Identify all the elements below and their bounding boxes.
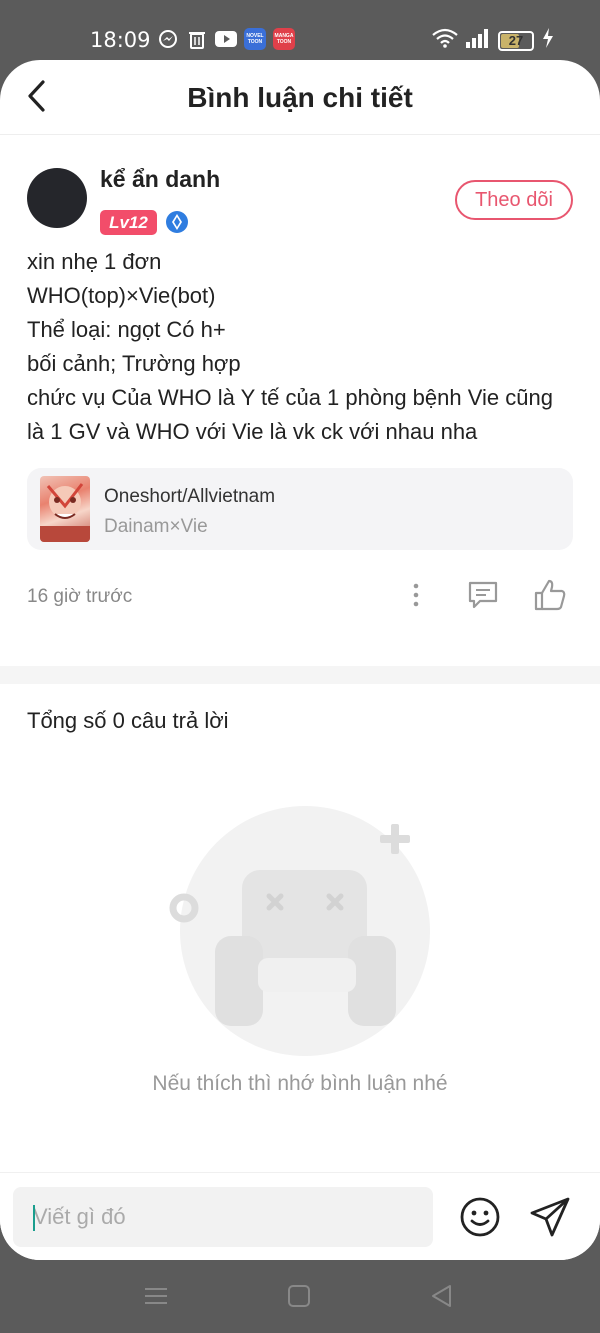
- post-line: Thể loại: ngọt Có h+: [27, 317, 226, 342]
- empty-state-text: Nếu thích thì nhớ bình luận nhé: [152, 1072, 448, 1095]
- battery-icon: 27: [498, 30, 534, 51]
- text-caret: [33, 1205, 35, 1231]
- send-icon: [530, 1197, 570, 1237]
- diamond-icon: [165, 210, 189, 234]
- reply-count: Tổng số 0 câu trả lời: [27, 708, 229, 733]
- follow-button[interactable]: Theo dõi: [455, 180, 573, 220]
- page-title: Bình luận chi tiết: [187, 82, 413, 113]
- battery-level: 27: [508, 33, 524, 48]
- comment-detail-sheet: Bình luận chi tiết kể ẩn danh Lv12 Theo …: [0, 60, 600, 1260]
- book-subtitle: Dainam×Vie: [104, 516, 208, 537]
- home-nav-icon[interactable]: [285, 1282, 313, 1310]
- post-line: chức vụ Của WHO là Y tế của 1 phòng bệnh…: [27, 385, 553, 410]
- header: Bình luận chi tiết: [0, 60, 600, 135]
- post-timestamp: 16 giờ trước: [27, 586, 133, 607]
- novel-toon-icon: NOVEL TOON: [244, 28, 266, 50]
- comment-input-bar: [0, 1172, 600, 1260]
- back-nav-icon[interactable]: [428, 1282, 456, 1310]
- username[interactable]: kể ẩn danh: [100, 166, 220, 193]
- comment-input[interactable]: [13, 1187, 433, 1247]
- book-card[interactable]: Oneshort/Allvietnam Dainam×Vie: [27, 468, 573, 550]
- comment-icon[interactable]: [466, 579, 500, 611]
- post-content: xin nhẹ 1 đơn WHO(top)×Vie(bot) Thể loại…: [27, 245, 577, 449]
- messenger-icon: [157, 28, 179, 50]
- avatar[interactable]: [27, 168, 87, 228]
- post-line: là 1 GV và WHO với Vie là vk ck với nhau…: [27, 419, 478, 444]
- book-title: Oneshort/Allvietnam: [104, 486, 276, 507]
- send-button[interactable]: [528, 1195, 572, 1239]
- post-line: bối cảnh; Trường hợp: [27, 351, 241, 376]
- level-badge: Lv12: [100, 210, 157, 235]
- trash-icon: [186, 28, 208, 50]
- emoji-button[interactable]: [458, 1195, 502, 1239]
- book-cover-image: [40, 476, 90, 542]
- wifi-icon: [432, 28, 458, 53]
- like-icon[interactable]: [532, 577, 568, 613]
- manga-toon-icon: MANGA TOON: [273, 28, 295, 50]
- charging-icon: [542, 28, 554, 53]
- post-line: xin nhẹ 1 đơn: [27, 249, 162, 274]
- post-line: WHO(top)×Vie(bot): [27, 283, 216, 308]
- empty-state-illustration: [165, 798, 435, 1058]
- signal-icon: [466, 28, 490, 53]
- menu-nav-icon[interactable]: [142, 1282, 170, 1310]
- more-options-icon[interactable]: [404, 580, 428, 610]
- youtube-icon: [215, 28, 237, 50]
- section-divider: [0, 666, 600, 684]
- status-time: 18:09: [90, 28, 151, 52]
- smiley-icon: [460, 1197, 500, 1237]
- system-navigation-bar: [0, 1260, 600, 1333]
